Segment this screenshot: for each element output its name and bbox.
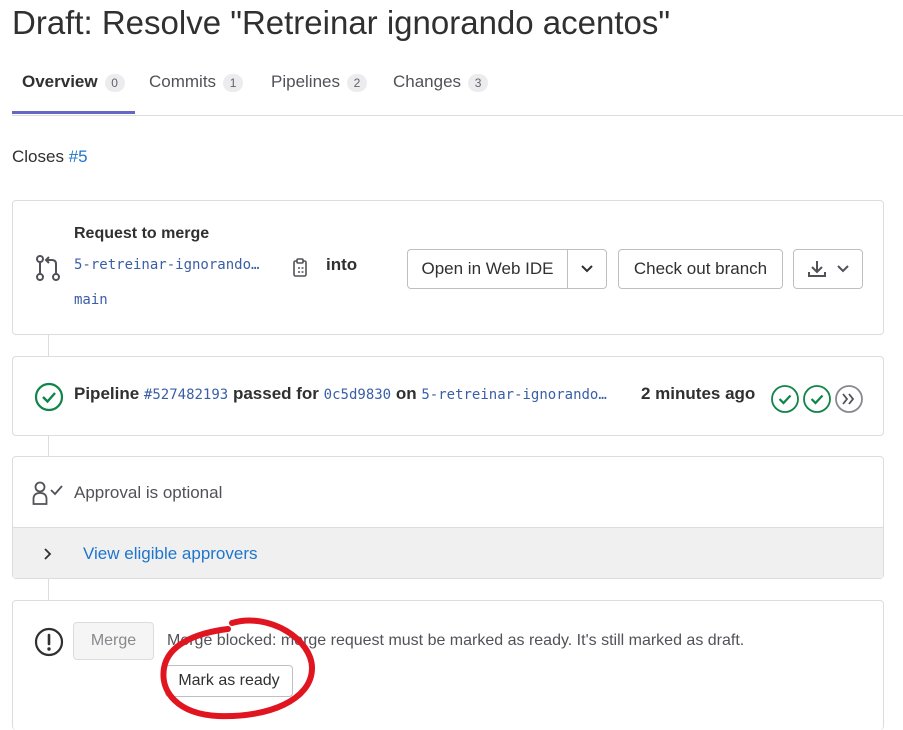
merge-request-heading: Request to merge <box>74 225 210 242</box>
tab-changes[interactable]: Changes 3 <box>383 72 498 114</box>
chevron-down-icon <box>837 265 849 273</box>
tab-bar: Overview 0 Commits 1 Pipelines 2 Changes… <box>12 56 903 116</box>
approvers-toggle-row[interactable]: View eligible approvers <box>13 527 883 578</box>
source-branch-link[interactable]: 5-retreinar-ignorando… <box>74 257 259 273</box>
copy-icon[interactable] <box>291 257 311 279</box>
approval-header: Approval is optional <box>13 457 883 527</box>
target-branch-link[interactable]: main <box>74 292 108 308</box>
tab-commits-label: Commits <box>149 72 217 91</box>
pipeline-status-success-icon[interactable] <box>34 382 64 412</box>
view-eligible-approvers-link[interactable]: View eligible approvers <box>83 544 258 564</box>
merge-card: Merge Merge blocked: merge request must … <box>12 600 884 730</box>
mark-as-ready-button[interactable]: Mark as ready <box>165 665 293 697</box>
downstream-pipeline-icon[interactable] <box>834 384 864 414</box>
pipeline-on-label: on <box>395 384 417 403</box>
merge-blocked-message: Merge blocked: merge request must be mar… <box>167 632 745 649</box>
stage-success-icon[interactable] <box>802 384 832 414</box>
closes-prefix: Closes <box>12 147 64 166</box>
tab-pipelines[interactable]: Pipelines 2 <box>261 72 377 114</box>
pipeline-summary: Pipeline #527482193 passed for 0c5d9830 … <box>74 384 607 404</box>
approval-card: Approval is optional View eligible appro… <box>12 456 884 579</box>
into-label: into <box>326 255 358 274</box>
tab-changes-count: 3 <box>468 74 489 92</box>
pipeline-card: Pipeline #527482193 passed for 0c5d9830 … <box>12 356 884 436</box>
merge-button[interactable]: Merge <box>73 622 154 660</box>
web-ide-dropdown-toggle[interactable] <box>567 249 607 289</box>
tab-overview-label: Overview <box>22 72 98 91</box>
tab-changes-label: Changes <box>393 72 462 91</box>
merge-request-icon <box>36 255 60 281</box>
open-web-ide-button[interactable]: Open in Web IDE <box>407 249 568 289</box>
chevron-right-icon[interactable] <box>43 547 53 561</box>
pipeline-status-text: passed for <box>232 384 319 403</box>
widget-connector <box>48 436 49 457</box>
chevron-down-icon <box>581 265 593 273</box>
widget-connector <box>48 335 49 357</box>
tab-pipelines-count: 2 <box>347 74 367 92</box>
stage-success-icon[interactable] <box>770 384 800 414</box>
pipeline-time: 2 minutes ago <box>641 384 756 403</box>
issue-link[interactable]: #5 <box>69 147 88 166</box>
download-icon <box>808 261 826 277</box>
approval-status-text: Approval is optional <box>74 483 223 502</box>
pipeline-label: Pipeline <box>74 384 140 403</box>
tab-commits-count: 1 <box>223 74 244 92</box>
tab-overview[interactable]: Overview 0 <box>12 72 135 114</box>
check-out-branch-button[interactable]: Check out branch <box>618 249 783 289</box>
pipeline-branch-link[interactable]: 5-retreinar-ignorando… <box>421 387 606 403</box>
tab-commits[interactable]: Commits 1 <box>139 72 253 114</box>
commit-sha-link[interactable]: 0c5d9830 <box>324 387 391 403</box>
warning-circle-icon <box>34 627 64 657</box>
download-dropdown-button[interactable] <box>793 249 863 289</box>
page-title: Draft: Resolve "Retreinar ignorando acen… <box>12 4 671 41</box>
tab-overview-count: 0 <box>104 74 125 92</box>
widget-connector <box>48 579 49 601</box>
tab-pipelines-label: Pipelines <box>271 72 340 91</box>
description: Closes #5 <box>12 147 88 167</box>
merge-request-card: Request to merge 5-retreinar-ignorando… … <box>12 200 884 335</box>
pipeline-id-link[interactable]: #527482193 <box>144 387 228 403</box>
approval-user-check-icon <box>32 481 63 505</box>
